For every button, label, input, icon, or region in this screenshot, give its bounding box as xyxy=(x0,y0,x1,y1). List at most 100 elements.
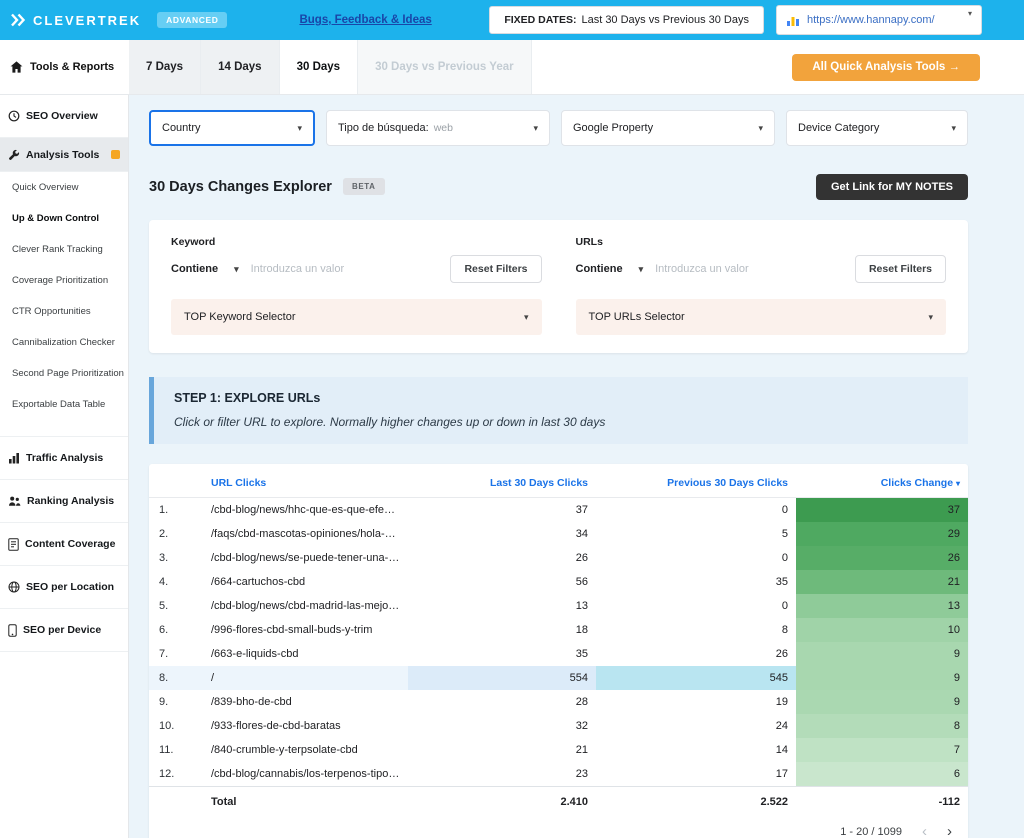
tab-30-days[interactable]: 30 Days xyxy=(279,40,359,94)
sidebar-item-up-down-control[interactable]: Up & Down Control xyxy=(0,203,128,234)
url-cell[interactable]: /663-e-liquids-cbd xyxy=(203,642,408,666)
filter-dropdown-country[interactable]: Country ▾ xyxy=(149,110,315,146)
change-cell: 37 xyxy=(796,497,968,522)
sidebar-item-content-coverage[interactable]: Content Coverage xyxy=(0,523,128,566)
row-index: 12. xyxy=(159,768,175,780)
url-cell[interactable]: /cbd-blog/news/hhc-que-es-que-efectos-ti… xyxy=(203,498,408,523)
col-previous-30-days-clicks[interactable]: Previous 30 Days Clicks xyxy=(596,470,796,498)
urls-label: URLs xyxy=(575,236,603,248)
tools-reports-label: Tools & Reports xyxy=(30,61,115,73)
url-cell[interactable]: /664-cartuchos-cbd xyxy=(203,570,408,594)
table-row[interactable]: 10. /933-flores-de-cbd-baratas 32 24 8 xyxy=(149,714,968,738)
all-quick-analysis-tools-button[interactable]: All Quick Analysis Tools → xyxy=(792,53,980,81)
sidebar-item-label: Second Page Prioritization xyxy=(12,368,124,379)
keyword-value-input[interactable] xyxy=(250,263,399,275)
table-row[interactable]: 8. /554 545 9 xyxy=(149,666,968,690)
beta-badge: BETA xyxy=(342,178,385,195)
change-cell: 9 xyxy=(796,642,968,666)
table-row[interactable]: 11. /840-crumble-y-terpsolate-cbd 21 14 7 xyxy=(149,738,968,762)
col-url-clicks[interactable]: URL Clicks xyxy=(203,470,408,498)
filter-label: Tipo de búsqueda: xyxy=(338,122,429,134)
sidebar-item-seo-per-location[interactable]: SEO per Location xyxy=(0,566,128,609)
url-cell[interactable]: /faqs/cbd-mascotas-opiniones/hola-veo-qu… xyxy=(203,522,408,546)
page-title: 30 Days Changes Explorer xyxy=(149,178,332,195)
step1-subtitle: Click or filter URL to explore. Normally… xyxy=(174,415,606,429)
sidebar-item-analysis-tools[interactable]: Analysis Tools xyxy=(0,138,128,172)
top-keyword-selector[interactable]: TOP Keyword Selector ▾ xyxy=(171,299,542,335)
next-page-icon[interactable]: › xyxy=(947,824,952,838)
url-cell[interactable]: /933-flores-de-cbd-baratas xyxy=(203,714,408,738)
sidebar-item-clever-rank-tracking[interactable]: Clever Rank Tracking xyxy=(0,234,128,265)
table-row[interactable]: 12. /cbd-blog/cannabis/los-terpenos-tipos… xyxy=(149,762,968,787)
tab-7-days[interactable]: 7 Days xyxy=(129,40,202,94)
last30-cell: 18 xyxy=(575,624,588,636)
document-icon xyxy=(8,537,19,551)
bar-chart-icon xyxy=(8,452,20,464)
sidebar-item-second-page-prioritization[interactable]: Second Page Prioritization xyxy=(0,358,128,389)
filter-dropdown-tipo-de-b-squeda[interactable]: Tipo de búsqueda: web ▾ xyxy=(326,110,550,146)
sidebar-item-seo-per-device[interactable]: SEO per Device xyxy=(0,609,128,652)
heading-row: 30 Days Changes Explorer BETA Get Link f… xyxy=(149,173,968,200)
url-cell[interactable]: /996-flores-cbd-small-buds-y-trim xyxy=(203,618,408,642)
url-cell[interactable]: /cbd-blog/cannabis/los-terpenos-tipos-y-… xyxy=(203,762,408,787)
sidebar-item-label: SEO per Device xyxy=(23,624,102,636)
sidebar-item-seo-overview[interactable]: SEO Overview xyxy=(0,95,128,138)
col-clicks-change[interactable]: Clicks Change ▾ xyxy=(796,470,968,498)
prev-page-icon[interactable]: ‹ xyxy=(922,824,927,838)
people-icon xyxy=(8,495,21,507)
url-cell[interactable]: /cbd-blog/news/se-puede-tener-una-sobre.… xyxy=(203,546,408,570)
keyword-condition-select[interactable]: Contiene ▾ xyxy=(171,263,239,275)
table-row[interactable]: 9. /839-bho-de-cbd 28 19 9 xyxy=(149,690,968,714)
sidebar-item-cannibalization-checker[interactable]: Cannibalization Checker xyxy=(0,327,128,358)
last30-cell: 554 xyxy=(408,666,596,690)
table-row[interactable]: 3. /cbd-blog/news/se-puede-tener-una-sobr… xyxy=(149,546,968,570)
change-cell: 7 xyxy=(796,738,968,762)
sidebar-item-quick-overview[interactable]: Quick Overview xyxy=(0,172,128,203)
url-cell[interactable]: /840-crumble-y-terpsolate-cbd xyxy=(203,738,408,762)
sidebar-item-label: Cannibalization Checker xyxy=(12,337,115,348)
sidebar-item-ctr-opportunities[interactable]: CTR Opportunities xyxy=(0,296,128,327)
table-row[interactable]: 6. /996-flores-cbd-small-buds-y-trim 18 8 10 xyxy=(149,618,968,642)
site-selector[interactable]: https://www.hannapy.com/ ▾ xyxy=(776,5,982,35)
tab-14-days[interactable]: 14 Days xyxy=(201,40,280,94)
filter-dropdown-device-category[interactable]: Device Category ▾ xyxy=(786,110,968,146)
sort-desc-icon[interactable]: ▾ xyxy=(956,479,960,488)
sidebar-item-coverage-prioritization[interactable]: Coverage Prioritization xyxy=(0,265,128,296)
change-cell: 8 xyxy=(796,714,968,738)
sidebar-item-label: Exportable Data Table xyxy=(12,399,106,410)
change-cell: 9 xyxy=(796,690,968,714)
url-cell[interactable]: /cbd-blog/news/cbd-madrid-las-mejores-ti… xyxy=(203,594,408,618)
sidebar-nav: SEO Overview Analysis Tools Quick Overview… xyxy=(0,95,129,838)
feedback-link[interactable]: Bugs, Feedback & Ideas xyxy=(299,14,431,26)
urls-value-input[interactable] xyxy=(655,263,804,275)
globe-icon xyxy=(8,581,20,593)
urls-condition-select[interactable]: Contiene ▾ xyxy=(576,263,644,275)
change-cell: 10 xyxy=(796,618,968,642)
prev30-cell: 14 xyxy=(775,744,788,756)
table-row[interactable]: 5. /cbd-blog/news/cbd-madrid-las-mejores-… xyxy=(149,594,968,618)
table-row[interactable]: 2. /faqs/cbd-mascotas-opiniones/hola-veo-… xyxy=(149,522,968,546)
url-cell[interactable]: /839-bho-de-cbd xyxy=(203,690,408,714)
get-link-my-notes-button[interactable]: Get Link for MY NOTES xyxy=(815,173,968,200)
sidebar-item-label: Quick Overview xyxy=(12,182,79,193)
top-urls-selector[interactable]: TOP URLs Selector ▾ xyxy=(575,299,946,335)
sidebar-item-ranking-analysis[interactable]: Ranking Analysis xyxy=(0,480,128,523)
col-last-30-days-clicks[interactable]: Last 30 Days Clicks xyxy=(408,470,596,498)
table-row[interactable]: 7. /663-e-liquids-cbd 35 26 9 xyxy=(149,642,968,666)
sidebar-item-exportable-data-table[interactable]: Exportable Data Table xyxy=(0,389,128,420)
top-keyword-selector-label: TOP Keyword Selector xyxy=(184,311,296,323)
table-row[interactable]: 4. /664-cartuchos-cbd 56 35 21 xyxy=(149,570,968,594)
url-cell[interactable]: / xyxy=(203,666,408,690)
filter-dropdown-google-property[interactable]: Google Property ▾ xyxy=(561,110,775,146)
filter-label: Google Property xyxy=(573,122,654,134)
main-content: Country ▾ Tipo de búsqueda: web ▾ Google Prop… xyxy=(129,95,1024,838)
tools-and-reports[interactable]: Tools & Reports xyxy=(0,40,129,94)
sidebar-item-traffic-analysis[interactable]: Traffic Analysis xyxy=(0,437,128,480)
table-body: 1. /cbd-blog/news/hhc-que-es-que-efectos-… xyxy=(149,497,968,817)
urls-reset-filters-button[interactable]: Reset Filters xyxy=(854,255,946,283)
table-row[interactable]: 1. /cbd-blog/news/hhc-que-es-que-efectos-… xyxy=(149,497,968,523)
last30-cell: 34 xyxy=(575,528,588,540)
row-index: 2. xyxy=(159,528,169,540)
last30-cell: 32 xyxy=(575,720,588,732)
keyword-reset-filters-button[interactable]: Reset Filters xyxy=(450,255,542,283)
